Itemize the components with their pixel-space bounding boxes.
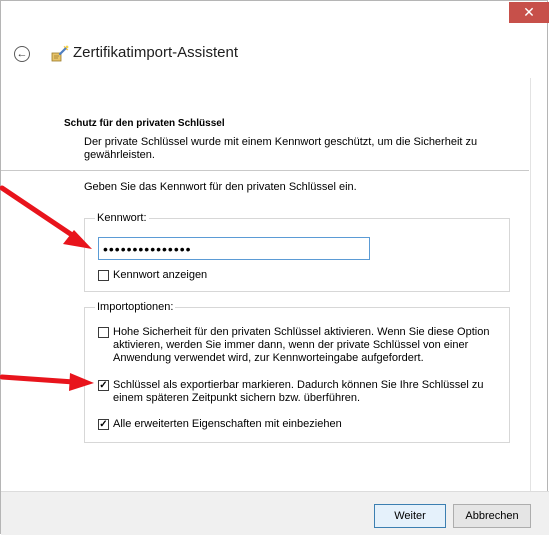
section-description: Der private Schlüssel wurde mit einem Ke… [84,136,478,161]
back-arrow-icon: ← [16,47,28,60]
close-icon: ✕ [523,4,535,20]
annotation-arrow-password [0,185,92,249]
checkmark-icon: ✓ [99,418,108,430]
exportable-option[interactable]: ✓ Schlüssel als exportierbar markieren. … [98,379,490,405]
back-button[interactable]: ← [14,46,30,62]
high-security-checkbox[interactable] [98,327,109,338]
wizard-title: Zertifikatimport-Assistent [73,44,239,61]
high-security-label: Hohe Sicherheit für den privaten Schlüss… [113,326,490,364]
close-button[interactable]: ✕ [509,2,549,23]
content-edge [530,78,531,491]
password-group-legend: Kennwort: [97,212,147,224]
high-security-option[interactable]: Hohe Sicherheit für den privaten Schlüss… [98,326,490,365]
extended-properties-label: Alle erweiterten Eigenschaften mit einbe… [113,418,342,430]
certificate-wizard-icon [51,45,69,62]
show-password-checkbox[interactable]: Kennwort anzeigen [98,269,207,282]
instruction-text: Geben Sie das Kennwort für den privaten … [84,181,357,193]
extended-properties-option[interactable]: ✓ Alle erweiterten Eigenschaften mit ein… [98,418,490,431]
extended-properties-checkbox[interactable]: ✓ [98,419,109,430]
checkmark-icon: ✓ [99,379,108,391]
section-title: Schutz für den privaten Schlüssel [64,118,225,129]
cancel-button[interactable]: Abbrechen [453,504,531,528]
header-divider [1,170,529,171]
exportable-label: Schlüssel als exportierbar markieren. Da… [113,379,484,404]
show-password-label: Kennwort anzeigen [113,269,208,281]
password-input[interactable] [98,237,370,260]
next-button[interactable]: Weiter [374,504,446,528]
annotation-arrow-exportable [0,373,94,391]
import-options-legend: Importoptionen: [97,301,174,313]
wizard-window: ✕ ← Zertifikatimport-Assistent Schutz fü… [0,0,549,535]
wizard-footer: Weiter Abbrechen [1,491,549,535]
show-password-checkbox-box[interactable] [98,270,109,281]
